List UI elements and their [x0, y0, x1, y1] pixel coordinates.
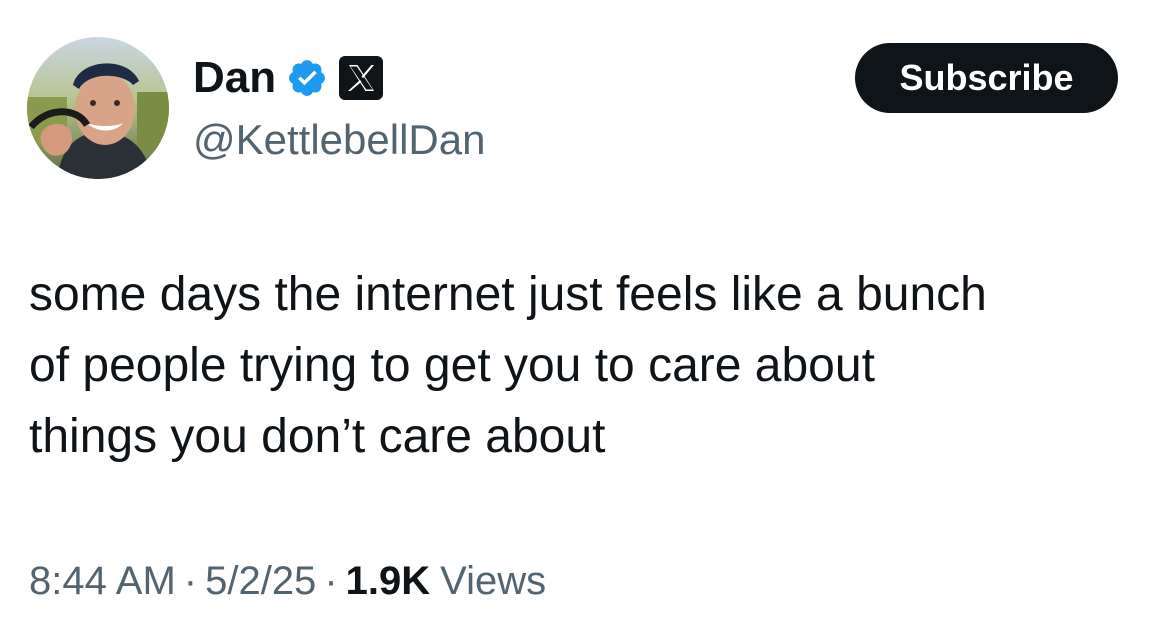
- tweet-card: Dan @KettlebellDan Subscribe some days t…: [0, 0, 1170, 637]
- tweet-meta: 8:44 AM · 5/2/25 · 1.9K Views: [29, 553, 546, 609]
- avatar[interactable]: [27, 37, 169, 179]
- avatar-photo: [27, 37, 169, 179]
- tweet-text-line: of people trying to get you to care abou…: [29, 339, 875, 392]
- x-logo-icon: [338, 55, 384, 101]
- meta-separator: ·: [324, 558, 338, 603]
- verified-checkmark-icon[interactable]: [286, 57, 328, 99]
- tweet-text-line: things you don’t care about: [29, 410, 606, 463]
- author-handle[interactable]: @KettlebellDan: [193, 114, 485, 166]
- tweet-time[interactable]: 8:44 AM: [29, 559, 176, 604]
- subscribe-button[interactable]: Subscribe: [855, 43, 1118, 113]
- author-name-row: Dan: [193, 52, 384, 104]
- tweet-text-line: some days the internet just feels like a…: [29, 268, 987, 321]
- meta-separator: ·: [183, 558, 198, 603]
- author-display-name[interactable]: Dan: [193, 52, 276, 104]
- tweet-date[interactable]: 5/2/25: [205, 559, 316, 604]
- views-label: Views: [440, 558, 547, 603]
- views-count: 1.9K: [345, 558, 431, 603]
- tweet-text: some days the internet just feels like a…: [29, 259, 1149, 472]
